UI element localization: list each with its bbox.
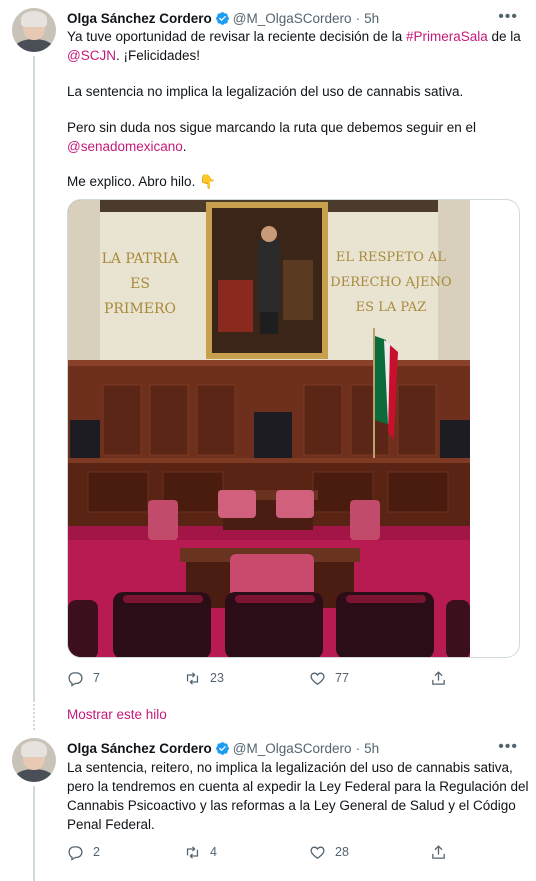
- reply-count: 7: [93, 671, 100, 685]
- tweet-image[interactable]: LA PATRIA ES PRIMERO EL RESPETO AL DEREC…: [67, 199, 520, 658]
- share-button[interactable]: [430, 842, 447, 862]
- like-icon: [310, 672, 325, 685]
- show-thread-link[interactable]: Mostrar este hilo: [67, 707, 167, 722]
- avatar[interactable]: [12, 8, 56, 52]
- tweet-text-para1: Ya tuve oportunidad de revisar la recien…: [67, 27, 522, 65]
- like-button[interactable]: 77: [309, 668, 349, 688]
- tweet[interactable]: Olga Sánchez Cordero @M_OlgaSCordero · 5…: [0, 0, 536, 700]
- tweet-text-para3: Pero sin duda nos sigue marcando la ruta…: [67, 118, 522, 156]
- mention-link[interactable]: @SCJN: [67, 48, 116, 63]
- text-span: Pero sin duda nos sigue marcando la ruta…: [67, 120, 477, 135]
- retweet-button[interactable]: 4: [184, 842, 217, 862]
- thread-connector: [33, 700, 35, 730]
- text-span: .: [182, 139, 187, 154]
- tweet-text-para4: Me explico. Abro hilo. 👇: [67, 172, 522, 191]
- thread-line: [33, 56, 35, 700]
- timestamp[interactable]: 5h: [364, 11, 379, 26]
- tweet-text: La sentencia, reitero, no implica la leg…: [67, 758, 529, 834]
- retweet-icon: [186, 671, 199, 685]
- mention-link[interactable]: @senadomexicano: [67, 139, 183, 154]
- tweet-text-para2: La sentencia no implica la legalización …: [67, 84, 464, 99]
- separator: ·: [355, 740, 361, 756]
- reply-icon: [68, 671, 83, 687]
- share-icon: [432, 844, 445, 859]
- timestamp[interactable]: 5h: [364, 741, 379, 756]
- wall-inscription-right-1: EL RESPETO AL: [336, 250, 447, 265]
- verified-badge-icon: [215, 741, 229, 755]
- retweet-icon: [186, 845, 199, 859]
- tweet-text-line: Penal Federal.: [67, 817, 155, 832]
- tweet-actions: 7 23 77: [67, 668, 467, 688]
- tweet-text-line: pero la tendremos en cuenta al expedir l…: [67, 779, 529, 794]
- author-handle[interactable]: @M_OlgaSCordero: [233, 11, 352, 26]
- pointing-down-emoji: 👇: [199, 174, 216, 189]
- like-count: 28: [335, 845, 349, 859]
- like-icon: [310, 846, 325, 859]
- like-count: 77: [335, 671, 349, 685]
- tweet-actions: 2 4 28: [67, 842, 467, 862]
- share-button[interactable]: [430, 668, 447, 688]
- thread-line: [33, 786, 35, 881]
- wall-inscription-left-3: PRIMERO: [104, 301, 176, 317]
- like-button[interactable]: 28: [309, 842, 349, 862]
- text-span: . ¡Felicidades!: [115, 48, 201, 63]
- wall-inscription-right-3: ES LA PAZ: [356, 300, 427, 315]
- tweet-header: Olga Sánchez Cordero @M_OlgaSCordero · 5…: [67, 738, 379, 758]
- verified-badge-icon: [215, 11, 229, 25]
- more-options-icon[interactable]: •••: [498, 8, 518, 26]
- separator: ·: [355, 10, 361, 26]
- reply-button[interactable]: 2: [67, 842, 100, 862]
- retweet-count: 23: [210, 671, 224, 685]
- more-options-icon[interactable]: •••: [498, 738, 518, 756]
- text-span: Ya tuve oportunidad de revisar la recien…: [67, 29, 406, 44]
- author-name[interactable]: Olga Sánchez Cordero: [67, 11, 212, 26]
- retweet-button[interactable]: 23: [184, 668, 224, 688]
- author-name[interactable]: Olga Sánchez Cordero: [67, 741, 212, 756]
- wall-inscription-left-1: LA PATRIA: [102, 251, 180, 267]
- avatar[interactable]: [12, 738, 56, 782]
- hashtag-link[interactable]: #PrimeraSala: [406, 29, 488, 44]
- share-icon: [432, 670, 445, 685]
- wall-inscription-right-2: DERECHO AJENO: [330, 275, 451, 290]
- author-handle[interactable]: @M_OlgaSCordero: [233, 741, 352, 756]
- reply-count: 2: [93, 845, 100, 859]
- text-span: Me explico. Abro hilo.: [67, 174, 200, 189]
- courtroom-photo: LA PATRIA ES PRIMERO EL RESPETO AL DEREC…: [68, 200, 470, 657]
- retweet-count: 4: [210, 845, 217, 859]
- tweet[interactable]: Olga Sánchez Cordero @M_OlgaSCordero · 5…: [0, 730, 536, 881]
- reply-icon: [68, 845, 83, 861]
- tweet-text-line: La sentencia, reitero, no implica la leg…: [67, 760, 513, 775]
- tweet-text-line: Cannabis Psicoactivo y las reformas a la…: [67, 798, 516, 813]
- wall-inscription-left-2: ES: [130, 276, 150, 292]
- reply-button[interactable]: 7: [67, 668, 100, 688]
- tweet-header: Olga Sánchez Cordero @M_OlgaSCordero · 5…: [67, 8, 379, 28]
- text-span: de la: [487, 29, 521, 44]
